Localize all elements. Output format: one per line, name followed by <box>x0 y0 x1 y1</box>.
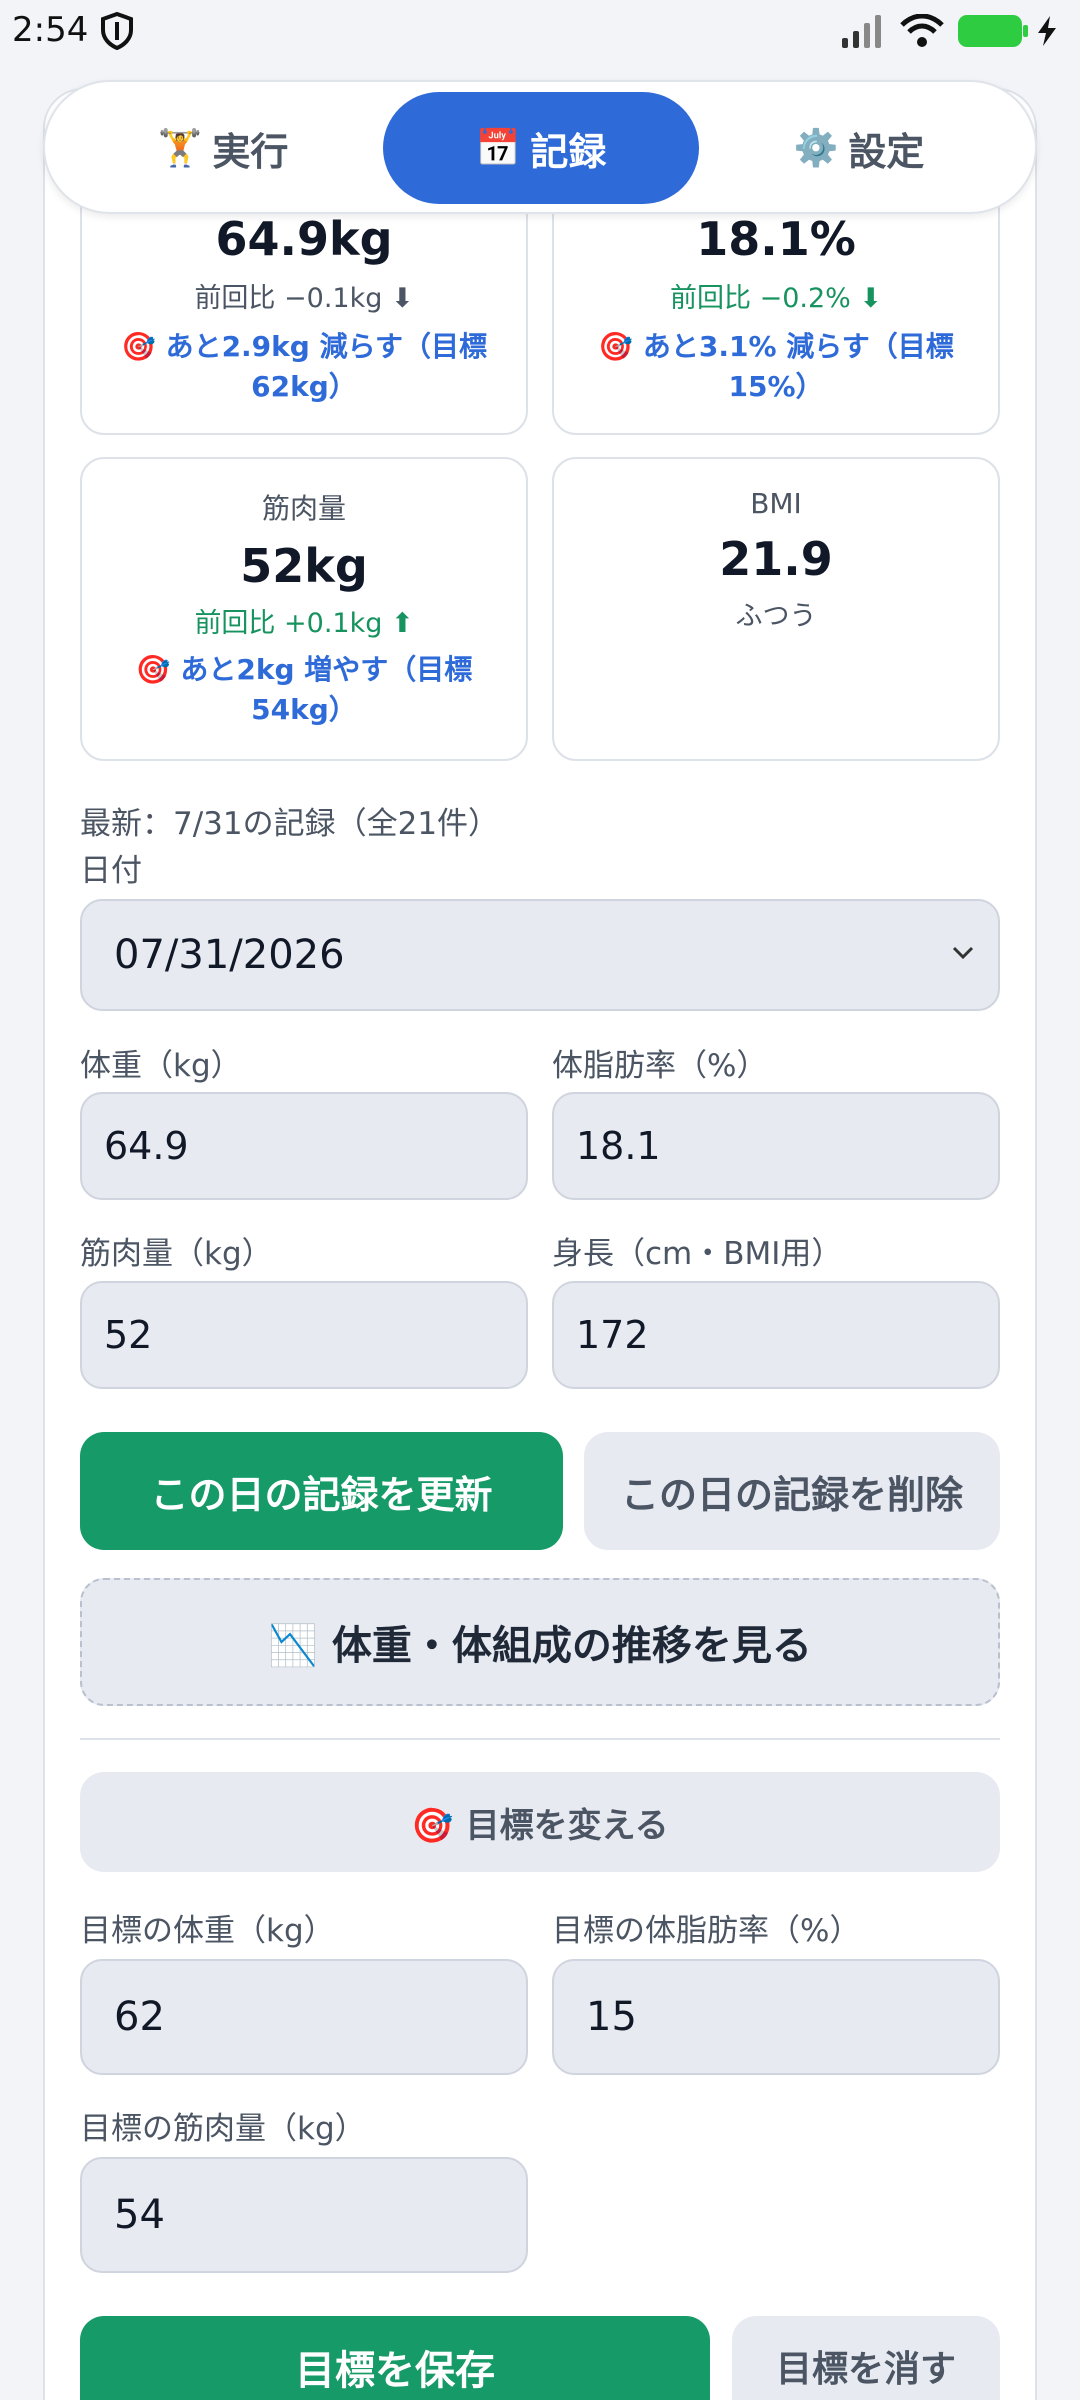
weightlifter-icon: 🏋 <box>157 128 203 169</box>
goal-body-fat-label: 目標の体脂肪率（%） <box>552 1913 861 1949</box>
body-fat-input[interactable]: 18.1 <box>552 1092 1000 1200</box>
save-goal-button[interactable]: 目標を保存 <box>80 2316 710 2400</box>
date-select[interactable]: 07/31/2026 <box>80 899 1000 1011</box>
latest-record-note: 最新：7/31の記録（全21件） <box>80 806 500 842</box>
goal-body-fat-input[interactable]: 15 <box>552 1959 1000 2075</box>
goal-weight-value: 62 <box>114 1994 165 2040</box>
clear-goal-button[interactable]: 目標を消す <box>732 2316 1000 2400</box>
weight-value: 64.9kg <box>215 212 393 266</box>
shield-icon <box>101 12 133 50</box>
weight-input[interactable]: 64.9 <box>80 1092 528 1200</box>
tab-execute[interactable]: 🏋 実行 <box>65 92 381 204</box>
battery-icon <box>958 15 1028 47</box>
bmi-stat-card: BMI 21.9 ふつう <box>552 457 1000 761</box>
body-fat-input-value: 18.1 <box>576 1124 661 1168</box>
goal-weight-input[interactable]: 62 <box>80 1959 528 2075</box>
bmi-status: ふつう <box>735 601 817 632</box>
weight-field-label: 体重（kg） <box>80 1048 242 1084</box>
body-fat-delta: 前回比 −0.2% ⬇ <box>669 283 882 314</box>
height-input[interactable]: 172 <box>552 1281 1000 1389</box>
calendar-icon: 📅 <box>475 128 521 169</box>
height-input-value: 172 <box>576 1313 649 1357</box>
goal-muscle-value: 54 <box>114 2192 165 2238</box>
view-trend-button[interactable]: 📉 体重・体組成の推移を見る <box>80 1578 1000 1706</box>
tab-records[interactable]: 📅 記録 <box>383 92 699 204</box>
status-bar: 2:54 <box>0 0 1080 62</box>
muscle-label: 筋肉量 <box>261 492 346 525</box>
weight-input-value: 64.9 <box>104 1124 189 1168</box>
tab-label: 記録 <box>530 129 607 174</box>
body-fat-value: 18.1% <box>696 212 856 266</box>
gear-icon: ⚙️ <box>793 128 839 169</box>
muscle-delta: 前回比 +0.1kg ⬆ <box>194 608 414 639</box>
bmi-label: BMI <box>750 487 802 520</box>
body-fat-goal-note: 🎯 あと3.1% 減らす（目標15%） <box>598 330 954 403</box>
status-time: 2:54 <box>12 10 89 50</box>
body-fat-field-label: 体脂肪率（%） <box>552 1048 768 1084</box>
tab-bar: 🏋 実行 📅 記録 ⚙️ 設定 <box>43 80 1037 214</box>
wifi-icon <box>900 14 944 47</box>
goal-muscle-label: 目標の筋肉量（kg） <box>80 2111 366 2147</box>
tab-label: 設定 <box>848 129 925 174</box>
weight-delta: 前回比 −0.1kg ⬇ <box>194 283 414 314</box>
status-icons <box>840 12 1058 50</box>
muscle-input-value: 52 <box>104 1313 153 1357</box>
muscle-value: 52kg <box>240 539 368 593</box>
muscle-field-label: 筋肉量（kg） <box>80 1236 273 1272</box>
date-label: 日付 <box>80 853 142 889</box>
goal-weight-label: 目標の体重（kg） <box>80 1913 335 1949</box>
delete-record-button[interactable]: この日の記録を削除 <box>584 1432 1000 1550</box>
date-value: 07/31/2026 <box>114 932 345 978</box>
change-goal-button[interactable]: 🎯 目標を変える <box>80 1772 1000 1872</box>
muscle-goal-note: 🎯 あと2kg 増やす（目標54kg） <box>135 653 473 726</box>
muscle-stat-card: 筋肉量 52kg 前回比 +0.1kg ⬆ 🎯 あと2kg 増やす（目標54kg… <box>80 457 528 761</box>
tab-label: 実行 <box>212 129 289 174</box>
goal-muscle-input[interactable]: 54 <box>80 2157 528 2273</box>
tab-settings[interactable]: ⚙️ 設定 <box>701 92 1017 204</box>
goal-body-fat-value: 15 <box>586 1994 637 2040</box>
divider <box>80 1738 1000 1740</box>
signal-icon <box>842 15 881 48</box>
bmi-value: 21.9 <box>719 532 833 586</box>
muscle-input[interactable]: 52 <box>80 1281 528 1389</box>
chevron-down-icon <box>952 946 974 960</box>
update-record-button[interactable]: この日の記録を更新 <box>80 1432 563 1550</box>
charging-icon <box>1038 16 1056 46</box>
height-field-label: 身長（cm・BMI用） <box>552 1236 843 1272</box>
weight-goal-note: 🎯 あと2.9kg 減らす（目標62kg） <box>120 330 488 403</box>
